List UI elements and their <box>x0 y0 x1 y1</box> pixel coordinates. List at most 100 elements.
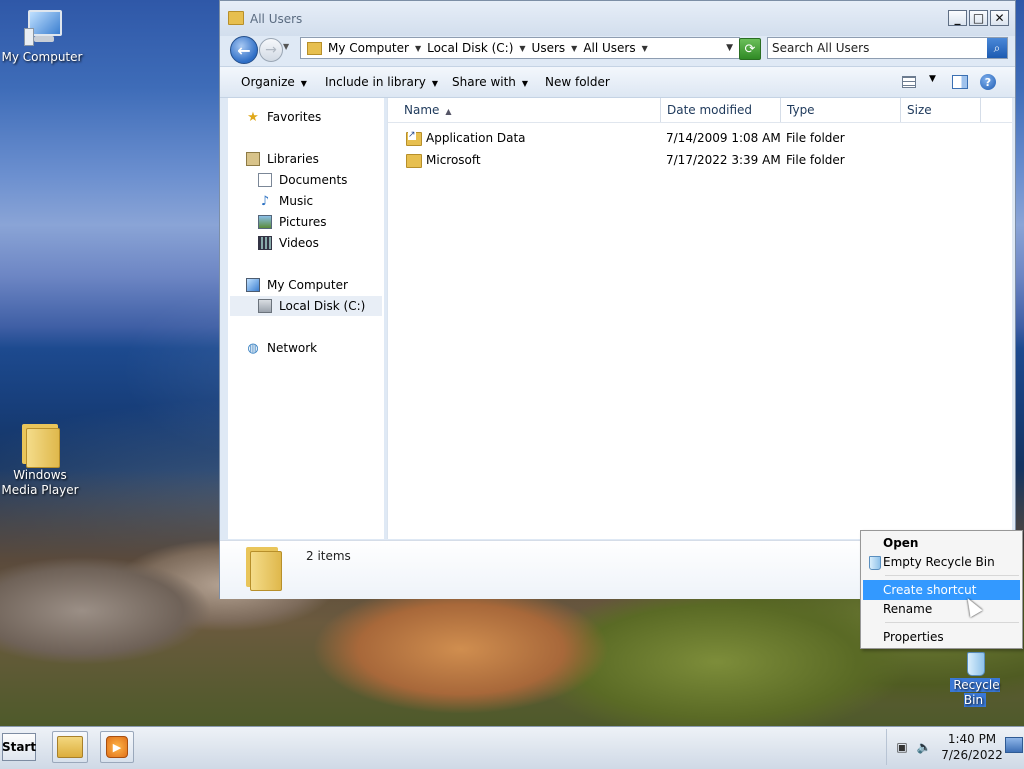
folder-shortcut-icon <box>406 131 422 146</box>
column-header-type[interactable]: Type <box>781 98 901 122</box>
computer-icon <box>246 278 260 292</box>
menu-item-properties[interactable]: Properties <box>863 627 1020 647</box>
network-icon: ◍ <box>247 340 259 356</box>
menu-item-empty-recycle-bin[interactable]: Empty Recycle Bin <box>863 552 1020 572</box>
desktop-icon-my-computer[interactable]: My Computer <box>0 8 84 65</box>
nav-item-videos[interactable]: Videos <box>258 233 319 253</box>
include-in-library-button[interactable]: Include in library ▼ <box>325 75 438 89</box>
column-header-date-modified[interactable]: Date modified <box>661 98 781 122</box>
column-header-size[interactable]: Size <box>901 98 981 122</box>
chevron-down-icon: ▼ <box>300 79 307 88</box>
chevron-down-icon: ▼ <box>431 79 439 88</box>
videos-icon <box>258 236 272 250</box>
share-with-button[interactable]: Share with ▼ <box>452 75 528 89</box>
desktop-icon-windows-media-player[interactable]: Windows Media Player <box>0 418 84 498</box>
nav-item-favorites[interactable]: ★ Favorites <box>246 107 321 127</box>
menu-item-rename[interactable]: Rename <box>863 599 1020 619</box>
nav-item-libraries[interactable]: Libraries <box>246 149 319 169</box>
navigation-pane: ★ Favorites Libraries Documents ♪ Music … <box>228 98 384 539</box>
file-type: File folder <box>786 153 845 167</box>
explorer-window: All Users _ □ ✕ ← → ▼ My Computer ▼ Local… <box>219 0 1016 599</box>
preview-pane-button[interactable] <box>952 75 968 89</box>
menu-item-create-shortcut[interactable]: Create shortcut <box>863 580 1020 600</box>
search-icon[interactable]: ⌕ <box>987 38 1007 58</box>
navigation-bar: ← → ▼ My Computer ▼ Local Disk (C:) ▼ User… <box>220 36 1015 64</box>
help-icon: ? <box>980 74 996 90</box>
documents-icon <box>258 173 272 187</box>
command-bar: Organize ▼ Include in library ▼ Share with… <box>220 66 1015 98</box>
address-history-dropdown[interactable]: ▼ <box>726 43 733 53</box>
chevron-down-icon[interactable]: ▼ <box>519 44 525 53</box>
sort-ascending-icon: ▲ <box>445 107 452 116</box>
new-folder-button[interactable]: New folder <box>545 75 610 89</box>
file-name: Microsoft <box>426 153 481 167</box>
context-menu: Open Empty Recycle Bin Create shortcut R… <box>860 530 1023 649</box>
nav-item-my-computer[interactable]: My Computer <box>246 275 348 295</box>
computer-icon <box>22 8 62 48</box>
folder-icon <box>406 154 422 168</box>
clock[interactable]: 1:40 PM 7/26/2022 <box>939 731 1005 763</box>
organize-button[interactable]: Organize ▼ <box>241 75 307 89</box>
column-header-name[interactable]: Name ▲ <box>398 98 661 122</box>
maximize-button[interactable]: □ <box>969 10 988 26</box>
title-bar[interactable]: All Users _ □ ✕ <box>220 1 1015 36</box>
start-button[interactable]: Start <box>2 733 36 761</box>
address-bar[interactable]: My Computer ▼ Local Disk (C:) ▼ Users ▼ All… <box>300 37 740 59</box>
breadcrumb-local-disk[interactable]: Local Disk (C:) ▼ <box>427 41 525 55</box>
folder-icon <box>307 41 322 55</box>
star-icon: ★ <box>247 109 259 125</box>
search-box[interactable]: ⌕ <box>767 37 1008 59</box>
minimize-button[interactable]: _ <box>948 10 967 26</box>
nav-item-network[interactable]: ◍ Network <box>246 338 317 358</box>
media-player-icon: ▶ <box>106 736 128 758</box>
window-title: All Users <box>250 12 303 26</box>
clock-date: 7/26/2022 <box>941 748 1003 762</box>
menu-item-open[interactable]: Open <box>863 533 1020 553</box>
breadcrumb-users[interactable]: Users ▼ <box>532 41 578 55</box>
desktop-icon-label: Windows Media Player <box>1 468 79 497</box>
arrow-left-icon: ← <box>237 40 251 60</box>
chevron-down-icon[interactable]: ▼ <box>642 44 648 53</box>
close-button[interactable]: ✕ <box>990 10 1009 26</box>
breadcrumb-all-users[interactable]: All Users ▼ <box>583 41 647 55</box>
chevron-down-icon: ▼ <box>521 79 529 88</box>
nav-item-music[interactable]: ♪ Music <box>258 191 313 211</box>
recycle-bin-icon <box>961 648 989 676</box>
recycle-bin-icon <box>869 556 881 570</box>
back-button[interactable]: ← <box>230 36 258 64</box>
item-count: 2 items <box>306 549 351 563</box>
show-desktop-button[interactable] <box>1005 737 1023 753</box>
folder-icon <box>228 11 244 25</box>
file-date: 7/14/2009 1:08 AM <box>666 131 781 145</box>
menu-separator <box>885 622 1019 623</box>
taskbar: Start ▶ ▣ 🔈 1:40 PM 7/26/2022 <box>0 726 1024 769</box>
folder-icon <box>57 736 83 758</box>
more-views-dropdown[interactable]: ▼ <box>929 74 936 84</box>
forward-button[interactable]: → <box>259 38 283 62</box>
desktop-icon-label: Recycle Bin <box>950 678 1000 707</box>
file-list: Name▲ Date modified Type Size Applicatio… <box>387 98 1012 539</box>
search-input[interactable] <box>772 40 982 56</box>
help-button[interactable]: ? <box>980 74 996 90</box>
table-row[interactable]: Application Data 7/14/2009 1:08 AM File … <box>388 128 1012 150</box>
table-row[interactable]: Microsoft 7/17/2022 3:39 AM File folder <box>388 150 1012 172</box>
nav-item-documents[interactable]: Documents <box>258 170 347 190</box>
nav-item-pictures[interactable]: Pictures <box>258 212 327 232</box>
change-view-button[interactable] <box>902 76 916 88</box>
volume-icon[interactable]: 🔈 <box>917 740 932 754</box>
clock-time: 1:40 PM <box>947 732 997 746</box>
breadcrumb-my-computer[interactable]: My Computer ▼ <box>328 41 421 55</box>
file-name: Application Data <box>426 131 526 145</box>
taskbar-explorer-button[interactable] <box>52 731 88 763</box>
desktop-icon-recycle-bin[interactable]: Recycle Bin <box>938 648 1012 708</box>
network-icon[interactable]: ▣ <box>895 740 909 754</box>
recent-pages-dropdown[interactable]: ▼ <box>283 42 289 51</box>
music-icon: ♪ <box>260 193 270 209</box>
nav-item-local-disk[interactable]: Local Disk (C:) <box>230 296 382 316</box>
taskbar-media-player-button[interactable]: ▶ <box>100 731 134 763</box>
libraries-icon <box>246 152 260 166</box>
chevron-down-icon[interactable]: ▼ <box>571 44 577 53</box>
refresh-button[interactable]: ⟳ <box>739 38 761 60</box>
desktop-icon-label: My Computer <box>1 50 83 64</box>
chevron-down-icon[interactable]: ▼ <box>415 44 421 53</box>
